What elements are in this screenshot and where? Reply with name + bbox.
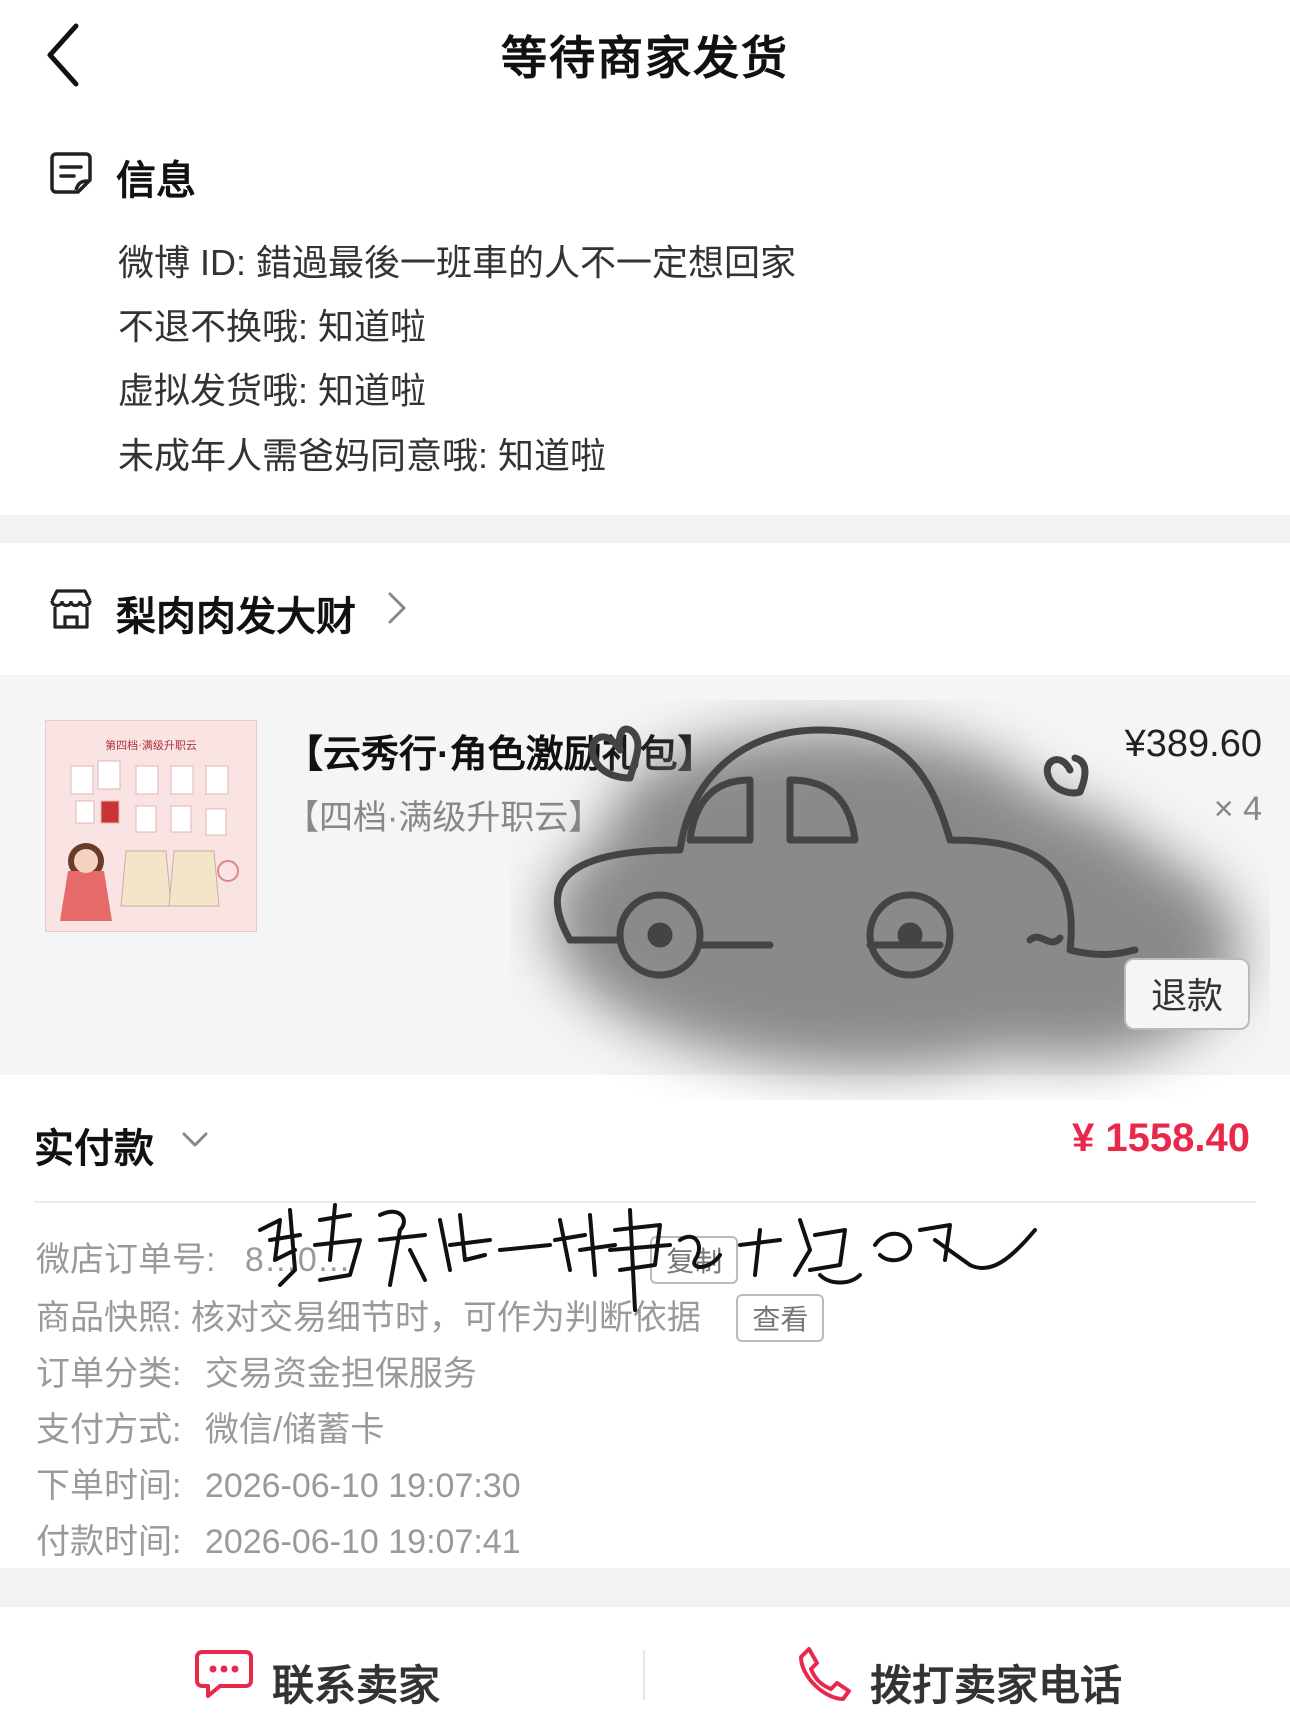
paid-amount-value: ¥ 1558.40 xyxy=(1072,1116,1250,1160)
product-title[interactable]: 【云秀行·角色激励礼包】 xyxy=(285,723,716,778)
pay-time-row: 付款时间: 2026-06-10 19:07:41 xyxy=(36,1514,521,1563)
call-seller-button[interactable]: 拨打卖家电话 xyxy=(870,1652,1122,1713)
chat-icon[interactable] xyxy=(194,1648,254,1700)
chevron-down-icon[interactable] xyxy=(180,1124,210,1154)
info-minor-consent: 未成年人需爸妈同意哦: 知道啦 xyxy=(118,435,607,476)
shop-name[interactable]: 梨肉肉发大财 xyxy=(116,584,356,642)
product-thumbnail-art: 第四档·满级升职云 xyxy=(46,721,256,931)
shop-icon[interactable] xyxy=(48,587,94,631)
info-no-return: 不退不换哦: 知道啦 xyxy=(118,306,427,347)
product-price: ¥389.60 xyxy=(1124,723,1262,765)
page-title: 等待商家发货 xyxy=(501,32,789,84)
order-time-value: 2026-06-10 19:07:30 xyxy=(204,1467,521,1505)
product-quantity: × 4 xyxy=(1213,790,1262,828)
pay-time-label: 付款时间: xyxy=(36,1523,182,1561)
pay-method-label: 支付方式: xyxy=(36,1411,182,1449)
order-category-value: 交易资金担保服务 xyxy=(204,1355,477,1393)
snapshot-label: 商品快照: xyxy=(36,1299,182,1337)
order-number-row: 微店订单号: 8…0… 复制 xyxy=(36,1232,739,1284)
order-category-row: 订单分类: 交易资金担保服务 xyxy=(36,1346,477,1395)
order-number-label: 微店订单号: xyxy=(36,1241,216,1279)
pay-time-value: 2026-06-10 19:07:41 xyxy=(204,1523,521,1561)
order-time-row: 下单时间: 2026-06-10 19:07:30 xyxy=(36,1458,521,1507)
info-heading: 信息 xyxy=(116,159,196,203)
paid-amount-label[interactable]: 实付款 xyxy=(34,1116,154,1174)
refund-button[interactable]: 退款 xyxy=(1124,958,1250,1030)
product-thumbnail[interactable]: 第四档·满级升职云 xyxy=(45,720,257,932)
pay-method-row: 支付方式: 微信/储蓄卡 xyxy=(36,1402,384,1451)
thumbnail-caption: 第四档·满级升职云 xyxy=(105,738,197,752)
order-number-value: 8…0… xyxy=(244,1241,351,1279)
payment-divider xyxy=(34,1201,1256,1203)
product-sku: 【四档·满级升职云】 xyxy=(285,799,603,837)
bottom-divider-band xyxy=(0,1568,1290,1607)
phone-icon[interactable] xyxy=(795,1645,853,1703)
contact-seller-button[interactable]: 联系卖家 xyxy=(272,1652,440,1713)
info-doc-icon xyxy=(50,152,92,194)
pay-method-value: 微信/储蓄卡 xyxy=(204,1411,385,1449)
bottom-bar-divider xyxy=(643,1650,645,1700)
copy-order-button[interactable]: 复制 xyxy=(650,1236,739,1284)
info-weibo-id: 微博 ID: 錯過最後一班車的人不一定想回家 xyxy=(118,242,797,283)
view-snapshot-button[interactable]: 查看 xyxy=(736,1294,825,1342)
snapshot-value: 核对交易细节时，可作为判断依据 xyxy=(190,1299,701,1337)
info-virtual-ship: 虚拟发货哦: 知道啦 xyxy=(118,370,427,411)
top-bar: 等待商家发货 xyxy=(0,0,1290,115)
order-time-label: 下单时间: xyxy=(36,1467,182,1505)
back-chevron-icon[interactable] xyxy=(40,20,90,90)
section-divider xyxy=(0,515,1290,543)
chevron-right-icon[interactable] xyxy=(384,588,410,628)
snapshot-row: 商品快照: 核对交易细节时，可作为判断依据 查看 xyxy=(36,1290,825,1342)
order-category-label: 订单分类: xyxy=(36,1355,182,1393)
